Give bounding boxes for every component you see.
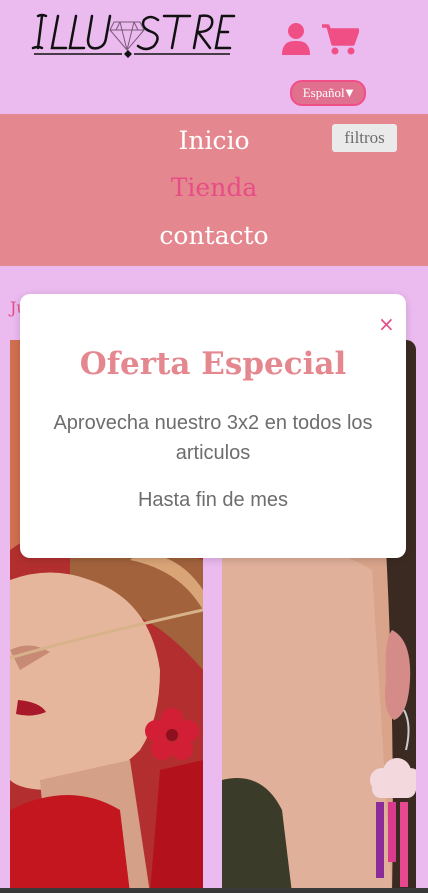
nav-item-contacto[interactable]: contacto [0, 221, 428, 250]
close-icon[interactable]: × [378, 314, 395, 334]
language-select-value: Español [302, 85, 345, 100]
modal-title: Oferta Especial [79, 346, 347, 382]
chevron-down-icon: ▼ [345, 87, 354, 99]
logo[interactable] [30, 8, 236, 62]
special-offer-modal: × Oferta Especial Aprovecha nuestro 3x2 … [20, 294, 406, 558]
modal-body: Aprovecha nuestro 3x2 en todos los artic… [53, 412, 373, 464]
filter-button[interactable]: filtros [332, 124, 397, 152]
header: Español ▼ [0, 0, 428, 114]
user-icon[interactable] [281, 22, 311, 56]
modal-footer: Hasta fin de mes [137, 489, 289, 511]
bottom-edge [0, 888, 428, 893]
language-select[interactable]: Español ▼ [290, 80, 366, 106]
nav-item-tienda[interactable]: Tienda [0, 173, 428, 202]
cart-icon[interactable] [321, 22, 359, 56]
